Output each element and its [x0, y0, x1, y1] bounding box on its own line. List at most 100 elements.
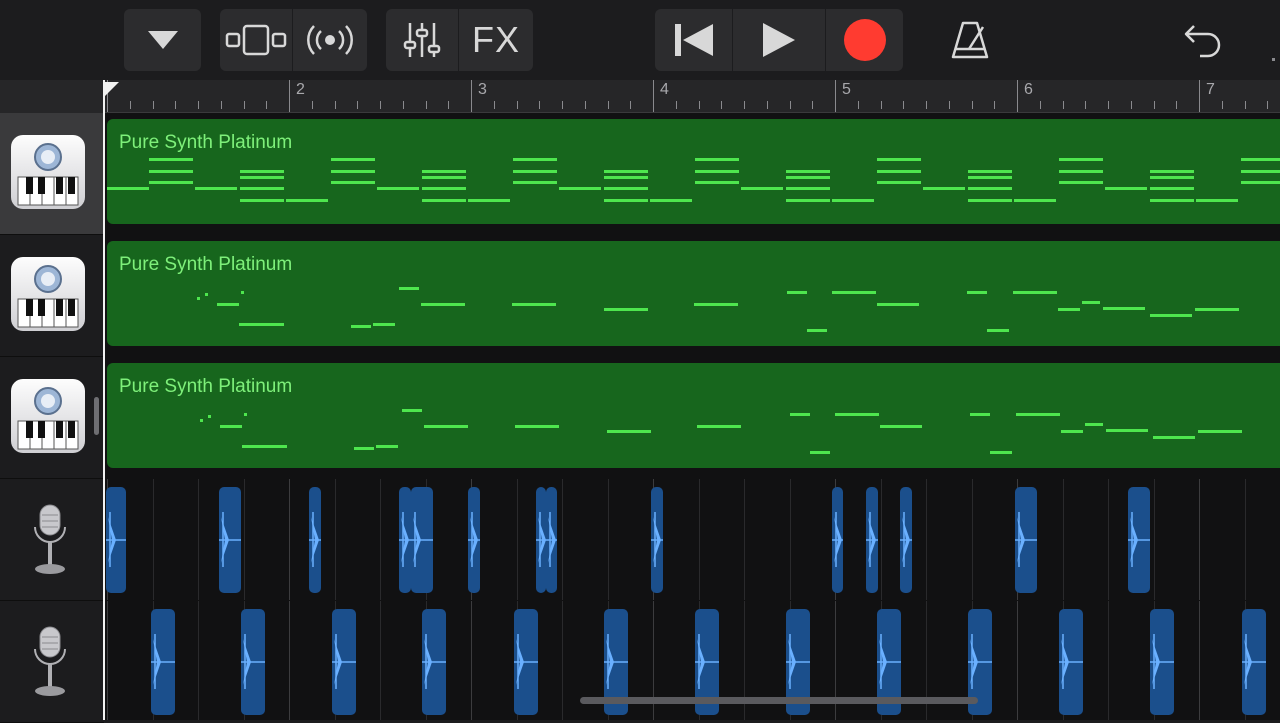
midi-note	[1195, 308, 1239, 311]
grid-line	[152, 479, 154, 600]
live-loops-button[interactable]	[293, 9, 367, 71]
beat-tick	[1062, 101, 1064, 109]
beat-tick	[1108, 101, 1109, 109]
midi-note	[877, 181, 921, 184]
grid-line	[1199, 601, 1200, 720]
midi-note	[1014, 199, 1056, 202]
go-to-beginning-button[interactable]	[655, 9, 732, 71]
beat-tick	[1267, 101, 1269, 109]
midi-region[interactable]: Pure Synth Platinum	[107, 241, 1280, 346]
fx-button[interactable]: FX	[459, 9, 533, 71]
beat-tick	[539, 101, 541, 109]
audio-region[interactable]	[900, 487, 912, 593]
metronome-button[interactable]	[935, 9, 1005, 71]
grid-line	[471, 601, 472, 720]
audio-region[interactable]	[309, 487, 321, 593]
audio-region[interactable]	[1015, 487, 1037, 593]
audio-region[interactable]	[468, 487, 480, 593]
beat-tick	[698, 101, 700, 109]
view-button-group	[220, 9, 367, 71]
midi-note	[835, 413, 879, 416]
midi-note	[373, 323, 395, 326]
audio-region[interactable]	[832, 487, 843, 593]
record-button[interactable]	[826, 9, 903, 71]
grid-line	[880, 479, 882, 600]
more-indicator	[1272, 58, 1275, 61]
fx-label: FX	[471, 19, 520, 60]
track-header-audio-1[interactable]	[0, 479, 104, 601]
audio-region[interactable]	[1128, 487, 1150, 593]
grid-line	[107, 601, 108, 720]
track-lane-synth-1: Pure Synth Platinum	[104, 113, 1280, 234]
midi-note	[923, 187, 965, 190]
midi-note	[1082, 301, 1100, 304]
audio-region[interactable]	[422, 609, 446, 715]
track-header-synth-3[interactable]	[0, 357, 104, 479]
audio-region[interactable]	[866, 487, 878, 593]
bar-line	[471, 80, 472, 112]
vertical-scroll-indicator[interactable]	[94, 397, 99, 435]
audio-region[interactable]	[1059, 609, 1083, 715]
track-header-synth-2[interactable]	[0, 235, 104, 357]
midi-note	[240, 199, 284, 202]
midi-note	[1059, 181, 1103, 184]
beat-tick	[789, 101, 791, 109]
beat-tick	[880, 101, 882, 109]
midi-note	[331, 181, 375, 184]
tracks-area: Pure Synth Platinum Pure Synth Platinum …	[104, 113, 1280, 720]
track-lane-synth-3: Pure Synth Platinum	[104, 357, 1280, 478]
bar-line	[653, 80, 654, 112]
audio-region[interactable]	[514, 609, 538, 715]
audio-region[interactable]	[1242, 609, 1266, 715]
bar-number: 3	[478, 81, 487, 98]
timeline-ruler[interactable]: 2 3 4 5 6 7	[104, 80, 1280, 113]
midi-note	[877, 158, 921, 161]
play-button[interactable]	[733, 9, 825, 71]
grid-line	[334, 479, 336, 600]
midi-note	[205, 293, 208, 296]
audio-region[interactable]	[241, 609, 265, 715]
beat-tick	[243, 101, 245, 109]
beat-tick	[1221, 101, 1223, 109]
midi-note	[149, 170, 193, 173]
midi-note	[244, 413, 247, 416]
track-header-synth-1[interactable]	[0, 113, 104, 235]
audio-region[interactable]	[536, 487, 546, 593]
audio-region[interactable]	[332, 609, 356, 715]
microphone-icon	[34, 626, 66, 696]
midi-note	[695, 181, 739, 184]
midi-note	[968, 199, 1012, 202]
midi-note	[1150, 170, 1194, 173]
bar-line	[1017, 80, 1018, 112]
region-name: Pure Synth Platinum	[119, 132, 293, 153]
midi-region[interactable]: Pure Synth Platinum	[107, 363, 1280, 468]
audio-region[interactable]	[219, 487, 241, 593]
audio-region[interactable]	[546, 487, 557, 593]
midi-note	[1196, 199, 1238, 202]
bar-line	[1199, 80, 1200, 112]
browser-button[interactable]	[124, 9, 201, 71]
skip-back-icon	[674, 24, 713, 56]
midi-region[interactable]: Pure Synth Platinum	[107, 119, 1280, 224]
audio-region[interactable]	[106, 487, 126, 593]
audio-region[interactable]	[411, 487, 433, 593]
grid-line	[380, 601, 381, 720]
audio-region[interactable]	[399, 487, 411, 593]
view-toggle-button[interactable]	[220, 9, 292, 71]
audio-region[interactable]	[651, 487, 663, 593]
grid-line	[971, 479, 973, 600]
beat-tick	[266, 101, 268, 109]
midi-note	[1150, 187, 1194, 190]
playhead-handle[interactable]	[103, 82, 119, 98]
midi-note	[968, 187, 1012, 190]
audio-region[interactable]	[151, 609, 175, 715]
track-header-audio-2[interactable]	[0, 601, 104, 723]
midi-note	[422, 199, 466, 202]
midi-note	[1150, 314, 1192, 317]
undo-button[interactable]	[1170, 9, 1236, 71]
playhead[interactable]	[103, 80, 105, 720]
mixer-button[interactable]	[386, 9, 458, 71]
browser-button-group	[124, 9, 201, 71]
audio-region[interactable]	[1150, 609, 1174, 715]
beat-tick	[630, 101, 632, 109]
